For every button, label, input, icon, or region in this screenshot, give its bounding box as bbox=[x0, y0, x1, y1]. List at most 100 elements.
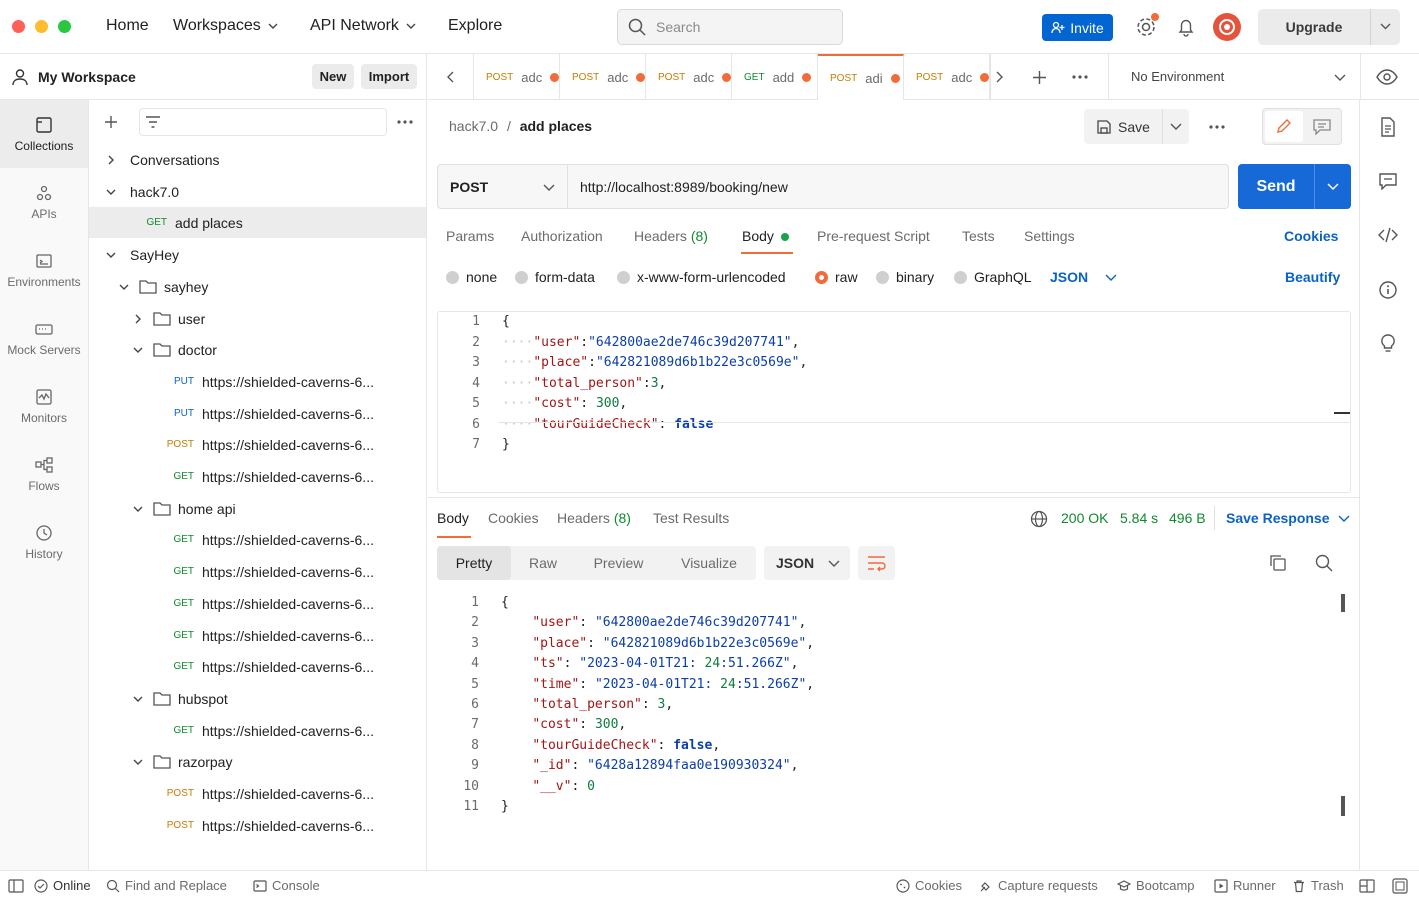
tab-body[interactable]: Body bbox=[742, 228, 789, 244]
tree-folder-item[interactable]: doctor bbox=[89, 334, 426, 365]
toggle-sidebar-icon[interactable] bbox=[8, 879, 24, 893]
tree-request-item[interactable]: POST https://shielded-caverns-6... bbox=[89, 778, 426, 809]
tab-settings[interactable]: Settings bbox=[1024, 228, 1075, 244]
tree-request-item[interactable]: GET https://shielded-caverns-6... bbox=[89, 651, 426, 682]
info-icon[interactable] bbox=[1378, 280, 1398, 300]
copy-icon[interactable] bbox=[1269, 554, 1287, 572]
tree-request-item[interactable]: GET https://shielded-caverns-6... bbox=[89, 715, 426, 746]
code-icon[interactable] bbox=[1378, 227, 1398, 243]
new-button[interactable]: New bbox=[312, 64, 354, 89]
layout-icon[interactable] bbox=[1359, 879, 1375, 893]
eye-icon[interactable] bbox=[1376, 69, 1398, 85]
view-raw[interactable]: Raw bbox=[511, 546, 575, 580]
bootcamp-button[interactable]: Bootcamp bbox=[1117, 878, 1195, 893]
pane-divider[interactable] bbox=[428, 497, 1359, 498]
rail-monitors[interactable]: Monitors bbox=[0, 372, 88, 440]
response-time[interactable]: 5.84 s bbox=[1120, 510, 1158, 526]
capture-requests-button[interactable]: Capture requests bbox=[979, 878, 1098, 893]
more-options-icon[interactable] bbox=[396, 119, 414, 125]
lightbulb-icon[interactable] bbox=[1378, 333, 1398, 353]
chevron-down-icon[interactable] bbox=[133, 694, 143, 704]
tree-collection-item[interactable]: hack7.0 bbox=[89, 176, 426, 207]
radio-none[interactable]: none bbox=[446, 269, 497, 285]
view-visualize[interactable]: Visualize bbox=[662, 546, 756, 580]
avatar[interactable] bbox=[1213, 13, 1241, 41]
beautify-button[interactable]: Beautify bbox=[1285, 269, 1340, 285]
chevron-right-icon[interactable] bbox=[994, 71, 1004, 83]
response-format-select[interactable]: JSON bbox=[764, 546, 850, 580]
tree-folder-item[interactable]: razorpay bbox=[89, 746, 426, 777]
tree-request-item[interactable]: GET https://shielded-caverns-6... bbox=[89, 556, 426, 587]
runner-button[interactable]: Runner bbox=[1214, 878, 1276, 893]
chevron-down-icon[interactable] bbox=[106, 250, 116, 260]
tree-folder-item[interactable]: home api bbox=[89, 493, 426, 524]
chevron-down-icon[interactable] bbox=[1334, 72, 1346, 82]
online-status[interactable]: Online bbox=[34, 878, 91, 893]
filter-input[interactable] bbox=[139, 108, 387, 136]
response-body[interactable]: 1 {2 "user": "642800ae2de746c39d207741", 3… bbox=[437, 592, 1351, 832]
language-select[interactable]: JSON bbox=[1050, 269, 1117, 285]
tree-request-item[interactable]: GET https://shielded-caverns-6... bbox=[89, 620, 426, 651]
documentation-icon[interactable] bbox=[1379, 117, 1397, 137]
edit-mode-button[interactable] bbox=[1265, 111, 1303, 142]
request-tab[interactable]: POST adc bbox=[560, 54, 646, 100]
request-body-editor[interactable]: 1 {2 ····"user":"642800ae2de746c39d207741"… bbox=[437, 311, 1351, 493]
nav-workspaces[interactable]: Workspaces bbox=[173, 17, 279, 35]
radio-urlencoded[interactable]: x-www-form-urlencoded bbox=[617, 269, 786, 285]
chevron-right-icon[interactable] bbox=[133, 314, 143, 324]
settings-button[interactable] bbox=[1134, 13, 1159, 39]
view-preview[interactable]: Preview bbox=[575, 546, 662, 580]
plus-icon[interactable] bbox=[1032, 70, 1047, 85]
scrollbar-thumb-end[interactable] bbox=[1341, 796, 1345, 816]
tree-request-item[interactable]: POST https://shielded-caverns-6... bbox=[89, 810, 426, 841]
nav-explore[interactable]: Explore bbox=[448, 17, 502, 35]
close-window-button[interactable] bbox=[12, 20, 25, 33]
radio-graphql[interactable]: GraphQL bbox=[954, 269, 1032, 285]
rail-flows[interactable]: Flows bbox=[0, 440, 88, 508]
tree-folder-item[interactable]: sayhey bbox=[89, 271, 426, 302]
help-icon[interactable] bbox=[1392, 878, 1408, 894]
more-options-icon[interactable] bbox=[1208, 124, 1226, 130]
rail-collections[interactable]: Collections bbox=[0, 100, 88, 168]
chevron-down-icon[interactable] bbox=[119, 282, 129, 292]
request-tab[interactable]: POST adc bbox=[646, 54, 732, 100]
comment-mode-icon[interactable] bbox=[1313, 119, 1331, 135]
search-icon[interactable] bbox=[1315, 554, 1333, 572]
wrap-lines-button[interactable] bbox=[858, 546, 895, 580]
scroll-tabs-left-button[interactable] bbox=[428, 54, 474, 100]
import-button[interactable]: Import bbox=[361, 64, 417, 89]
tree-request-item[interactable]: POST https://shielded-caverns-6... bbox=[89, 429, 426, 460]
tree-folder-item[interactable]: user bbox=[89, 303, 426, 334]
tab-tests[interactable]: Tests bbox=[962, 228, 995, 244]
chevron-down-icon[interactable] bbox=[1371, 20, 1400, 34]
minimize-window-button[interactable] bbox=[35, 20, 48, 33]
zoom-window-button[interactable] bbox=[58, 20, 71, 33]
rail-history[interactable]: History bbox=[0, 508, 88, 576]
chevron-down-icon[interactable] bbox=[1163, 122, 1189, 132]
radio-form-data[interactable]: form-data bbox=[515, 269, 595, 285]
globe-icon[interactable] bbox=[1030, 510, 1048, 528]
tree-folder-item[interactable]: hubspot bbox=[89, 683, 426, 714]
rail-environments[interactable]: Environments bbox=[0, 236, 88, 304]
request-tab[interactable]: GET add bbox=[732, 54, 818, 100]
console-button[interactable]: Console bbox=[253, 878, 320, 893]
response-status[interactable]: 200 OK bbox=[1061, 510, 1108, 526]
tree-collection-item[interactable]: SayHey bbox=[89, 239, 426, 270]
chevron-down-icon[interactable] bbox=[133, 345, 143, 355]
radio-binary[interactable]: binary bbox=[876, 269, 934, 285]
notifications-button[interactable] bbox=[1176, 17, 1196, 37]
chevron-down-icon[interactable] bbox=[133, 757, 143, 767]
chevron-down-icon[interactable] bbox=[106, 187, 116, 197]
chevron-right-icon[interactable] bbox=[106, 155, 116, 165]
more-options-icon[interactable] bbox=[1071, 74, 1089, 80]
plus-icon[interactable] bbox=[104, 115, 118, 129]
upgrade-button[interactable]: Upgrade bbox=[1258, 9, 1400, 45]
save-response-button[interactable]: Save Response bbox=[1226, 510, 1350, 526]
response-tab-body[interactable]: Body bbox=[437, 510, 469, 526]
rail-apis[interactable]: APIs bbox=[0, 168, 88, 236]
response-tab-cookies[interactable]: Cookies bbox=[488, 510, 539, 526]
workspace-name[interactable]: My Workspace bbox=[38, 69, 136, 85]
chevron-down-icon[interactable] bbox=[133, 504, 143, 514]
tree-request-item[interactable]: GET add places bbox=[89, 207, 426, 238]
tab-authorization[interactable]: Authorization bbox=[521, 228, 603, 244]
